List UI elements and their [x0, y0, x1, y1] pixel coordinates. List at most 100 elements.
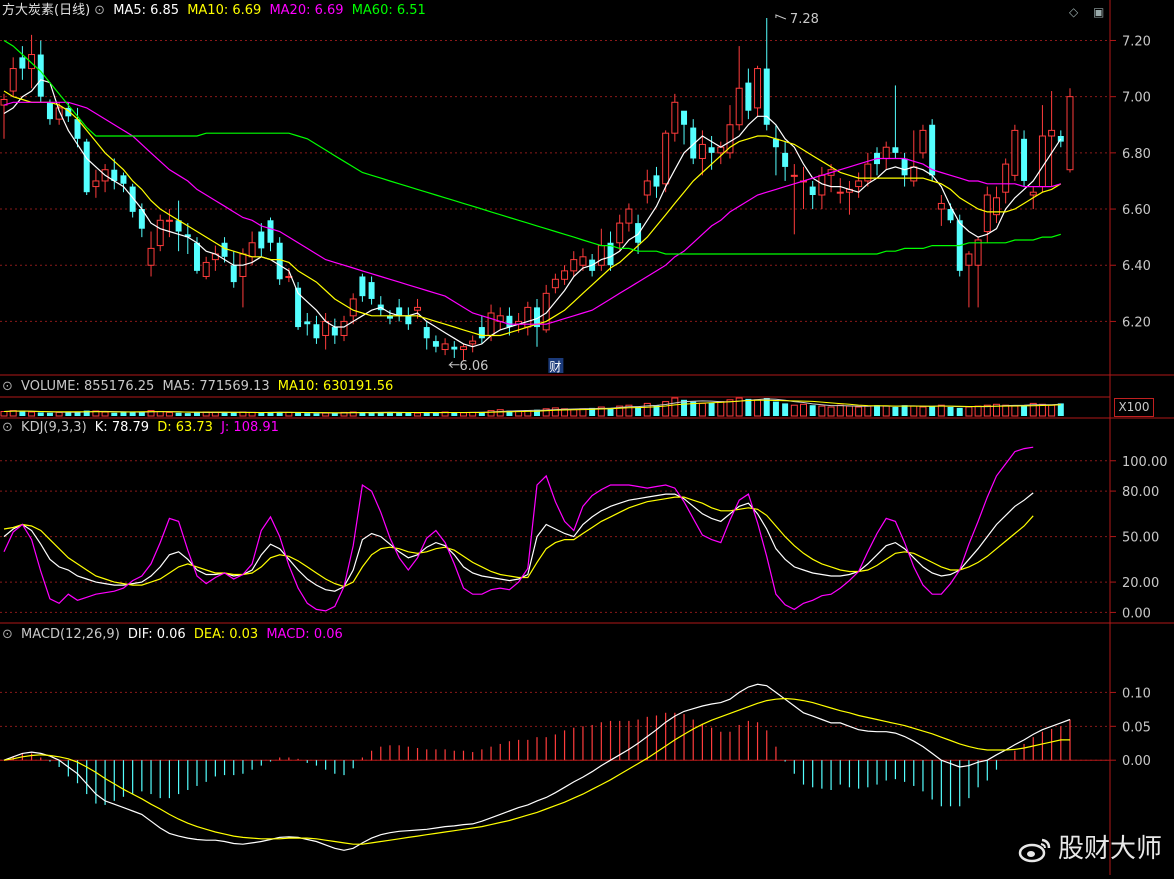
- candle-body: [230, 265, 237, 283]
- candle-body: [469, 340, 477, 345]
- volume-bar: [111, 412, 118, 416]
- volume-bar: [322, 412, 330, 417]
- ma10-label: MA10: 6.69: [187, 3, 262, 18]
- chart-canvas[interactable]: 7.20 7.00 6.80 6.60 6.40 6.20 100.00 80.00 50.00…: [0, 0, 1174, 875]
- candle-body: [616, 222, 624, 244]
- macd-header: ⊙ MACD(12,26,9) DIF: 0.06 DEA: 0.03 MACD…: [2, 627, 347, 643]
- volume-bar: [28, 411, 36, 417]
- ma60-label: MA60: 6.51: [351, 3, 426, 18]
- candle-body: [368, 282, 375, 299]
- candle-body: [304, 321, 311, 325]
- volume-bar: [55, 411, 63, 417]
- volume-bar: [496, 409, 504, 417]
- candle-body: [809, 186, 816, 195]
- candle-body: [561, 270, 569, 280]
- volume-bar: [929, 406, 936, 416]
- volume-bar: [295, 412, 302, 416]
- candle-body: [901, 158, 908, 176]
- candle-body: [625, 208, 633, 224]
- macd-toggle-icon[interactable]: ⊙: [2, 627, 13, 642]
- candle-body: [818, 174, 826, 196]
- kdj-j-line: [3, 446, 1034, 612]
- candle-body: [276, 242, 283, 280]
- candle-body: [340, 320, 348, 336]
- candle-body: [165, 219, 173, 222]
- volume-bar: [790, 404, 798, 417]
- candle-body: [745, 82, 752, 111]
- candle-body: [551, 278, 559, 289]
- volume-header: ⊙ VOLUME: 855176.25 MA5: 771569.13 MA10:…: [2, 379, 397, 395]
- candle-body: [258, 231, 265, 249]
- kdj-toggle-icon[interactable]: ⊙: [2, 420, 13, 435]
- volume-bar: [258, 412, 265, 416]
- tick-label-price-0: 7.20: [1122, 34, 1151, 49]
- window-restore-icon[interactable]: ▣: [1093, 5, 1104, 19]
- candle-body: [248, 242, 256, 258]
- candle-body: [635, 223, 642, 243]
- candle-body: [653, 175, 660, 187]
- candle-body: [432, 341, 439, 347]
- volume-bar: [809, 405, 816, 416]
- tick-label-kdj-2: 50.00: [1122, 531, 1159, 546]
- volume-bar: [800, 403, 807, 417]
- candle-body: [487, 312, 495, 336]
- volume-bar: [827, 406, 835, 417]
- candle-body: [882, 146, 890, 159]
- candle-body: [1029, 191, 1037, 196]
- candle-body: [423, 327, 430, 339]
- candle-body: [708, 147, 715, 153]
- volume-bar: [717, 401, 725, 417]
- candle-body: [974, 239, 982, 266]
- candle-body: [331, 327, 338, 336]
- candle-body: [772, 138, 779, 148]
- candle-body: [120, 175, 127, 184]
- high-label: 7.28: [790, 12, 819, 27]
- diamond-icon[interactable]: ◇: [1069, 5, 1078, 19]
- candle-body: [1038, 135, 1046, 188]
- kdj-d-label: D: 63.73: [157, 420, 213, 435]
- candle-body: [597, 245, 605, 266]
- volume-bar: [193, 412, 200, 416]
- tick-label-kdj-3: 20.00: [1122, 576, 1159, 591]
- volume-bar: [882, 405, 890, 417]
- volume-bar: [101, 411, 109, 417]
- candle-body: [790, 174, 798, 177]
- candle-body: [892, 147, 899, 153]
- volume-bar: [37, 412, 44, 416]
- tick-label-price-3: 6.60: [1122, 203, 1151, 218]
- ma10-line: [3, 90, 1062, 337]
- candle-body: [570, 259, 578, 272]
- volume-bar: [1048, 404, 1056, 417]
- volume-unit: X100: [1114, 398, 1154, 417]
- candle-body: [459, 346, 467, 351]
- volume-bar: [221, 412, 228, 416]
- candle-body: [937, 202, 945, 210]
- grid-layer: [0, 0, 1174, 875]
- volume-bar: [754, 399, 762, 417]
- volume-ma10-label: MA10: 630191.56: [277, 379, 394, 394]
- volume-bar: [782, 403, 789, 416]
- tick-label-macd-2: 0.00: [1122, 754, 1151, 769]
- stock-chart[interactable]: 7.20 7.00 6.80 6.60 6.40 6.20 100.00 80.00 50.00…: [0, 0, 1174, 875]
- candle-body: [267, 220, 274, 243]
- volume-bar: [698, 402, 706, 417]
- candle-body: [83, 141, 90, 193]
- candle-body: [156, 219, 164, 247]
- volume-bar: [184, 413, 191, 416]
- volume-toggle-icon[interactable]: ⊙: [2, 379, 13, 394]
- watermark-text: 股财大师: [1057, 834, 1162, 864]
- candle-body: [46, 102, 53, 120]
- macd-title: MACD(12,26,9): [21, 627, 120, 642]
- stock-title[interactable]: 方大炭素(日线): [2, 3, 90, 18]
- volume-bar: [19, 410, 26, 416]
- ma-toggle-icon[interactable]: ⊙: [94, 3, 105, 18]
- volume-bar: [874, 405, 881, 416]
- candle-body: [671, 101, 679, 134]
- macd-dif-line: [3, 683, 1071, 851]
- volume-bar: [46, 412, 53, 416]
- volume-bar: [570, 409, 578, 417]
- tick-label-macd-0: 0.10: [1122, 686, 1151, 701]
- volume-bar: [165, 411, 173, 417]
- tick-label-price-5: 6.20: [1122, 315, 1151, 330]
- candle-body: [478, 327, 485, 339]
